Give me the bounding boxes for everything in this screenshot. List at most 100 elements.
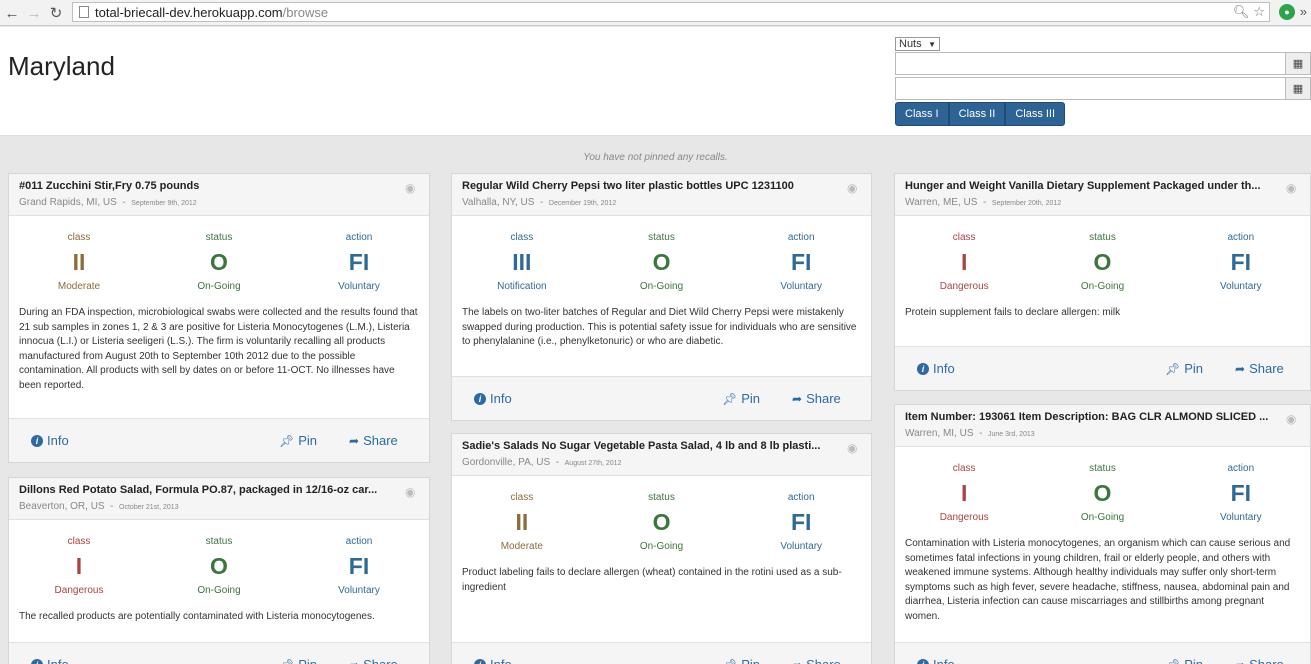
action-label: action	[787, 232, 815, 243]
card-date: December 19th, 2012	[548, 200, 617, 207]
pin-status-icon[interactable]: ◉	[847, 181, 861, 195]
share-button[interactable]: ➦ Share	[349, 433, 398, 448]
card-title[interactable]: #011 Zucchini Stir,Fry 0.75 pounds	[19, 180, 401, 192]
card-date: August 27th, 2012	[564, 460, 622, 467]
pin-label: Pin	[741, 391, 761, 406]
share-label: Share	[806, 657, 841, 664]
card-date: October 21st, 2013	[119, 504, 179, 511]
class-label: class	[510, 232, 534, 243]
pushpin-icon: 📌︎	[722, 658, 737, 664]
pin-button[interactable]: 📌︎ Pin	[722, 657, 760, 664]
action-value: FI	[348, 553, 370, 579]
status-desc: On-Going	[639, 281, 684, 292]
extension-icon[interactable]: ●	[1279, 4, 1295, 20]
card-stats: class III Notification status O On-Going…	[452, 216, 871, 292]
status-label: status	[1089, 232, 1116, 243]
status-value: O	[210, 249, 228, 275]
status-desc: On-Going	[197, 281, 241, 292]
share-button[interactable]: ➦ Share	[1235, 657, 1284, 664]
reload-icon[interactable]: ↻	[46, 3, 66, 23]
start-date-input[interactable]	[895, 52, 1286, 75]
pin-label: Pin	[1184, 657, 1203, 664]
share-button[interactable]: ➦ Share	[792, 657, 841, 664]
class-ii-button[interactable]: Class II	[948, 102, 1006, 126]
share-button[interactable]: ➦ Share	[1235, 361, 1284, 376]
pushpin-icon: 📌︎	[279, 433, 295, 448]
pin-status-icon[interactable]: ◉	[847, 441, 861, 455]
status-value: O	[652, 249, 671, 275]
info-icon: i	[917, 362, 929, 375]
class-filter-group: Class I Class II Class III	[895, 102, 1311, 126]
pin-label: Pin	[298, 657, 317, 664]
card-stats: class I Dangerous status O On-Going acti…	[895, 447, 1310, 523]
pin-button[interactable]: 📌︎ Pin	[1165, 657, 1203, 664]
star-icon[interactable]: ☆	[1253, 4, 1265, 20]
share-label: Share	[806, 391, 841, 406]
card-location: Valhalla, NY, US	[462, 197, 535, 208]
card-subtitle: Warren, MI, US - June 3rd, 2013	[905, 428, 1300, 439]
calendar-icon[interactable]: ▦	[1286, 52, 1311, 75]
pin-status-icon[interactable]: ◉	[405, 485, 419, 499]
share-arrow-icon: ➦	[1235, 361, 1246, 376]
card-title[interactable]: Hunger and Weight Vanilla Dietary Supple…	[905, 180, 1287, 192]
pin-button[interactable]: 📌︎ Pin	[279, 657, 317, 664]
share-arrow-icon: ➦	[349, 658, 359, 664]
class-value: II	[515, 509, 529, 535]
pushpin-icon: 📌︎	[1165, 361, 1181, 376]
action-desc: Voluntary	[780, 281, 823, 292]
action-value: FI	[790, 249, 812, 275]
status-desc: On-Going	[1080, 512, 1125, 523]
card-title[interactable]: Regular Wild Cherry Pepsi two liter plas…	[462, 180, 844, 192]
separator: -	[980, 197, 990, 208]
pin-status-icon[interactable]: ◉	[1286, 181, 1300, 195]
calendar-icon[interactable]: ▦	[1286, 77, 1311, 100]
zoom-icon[interactable]: 🔍︎	[1233, 4, 1250, 20]
more-extensions-icon[interactable]: »	[1300, 4, 1307, 19]
address-bar[interactable]: total-briecall-dev.herokuapp.com/browse …	[72, 2, 1270, 22]
page-header: Maryland Nuts ▼ ▦ ▦ Class I Class II Cla…	[0, 27, 1311, 136]
class-iii-button[interactable]: Class III	[1005, 102, 1066, 126]
class-value: I	[75, 553, 83, 579]
pin-button[interactable]: 📌︎ Pin	[279, 433, 317, 448]
card-title[interactable]: Sadie's Salads No Sugar Vegetable Pasta …	[462, 440, 844, 452]
share-arrow-icon: ➦	[792, 391, 803, 406]
status-stat: status O On-Going	[592, 232, 732, 292]
pin-status-icon[interactable]: ◉	[405, 181, 419, 195]
pin-button[interactable]: 📌︎ Pin	[1165, 361, 1203, 376]
category-select[interactable]: Nuts ▼	[895, 37, 940, 51]
info-button[interactable]: i Info	[474, 391, 512, 406]
card-subtitle: Valhalla, NY, US - December 19th, 2012	[462, 197, 861, 208]
forward-arrow-icon[interactable]: →	[24, 3, 44, 23]
card-title[interactable]: Item Number: 193061 Item Description: BA…	[905, 411, 1287, 423]
separator: -	[119, 197, 129, 208]
pin-status-icon[interactable]: ◉	[1286, 412, 1300, 426]
class-i-button[interactable]: Class I	[895, 102, 949, 126]
share-button[interactable]: ➦ Share	[349, 657, 398, 664]
info-button[interactable]: i Info	[917, 361, 955, 376]
card-location: Warren, MI, US	[905, 428, 974, 439]
separator: -	[976, 428, 986, 439]
card-title[interactable]: Dillons Red Potato Salad, Formula PO.87,…	[19, 484, 401, 496]
card-footer: i Info 📌︎ Pin ➦ Share	[9, 642, 429, 664]
action-desc: Voluntary	[1219, 512, 1262, 523]
share-button[interactable]: ➦ Share	[792, 391, 841, 406]
info-icon: i	[474, 392, 486, 405]
share-label: Share	[1249, 361, 1284, 376]
class-stat: class I Dangerous	[895, 463, 1033, 523]
share-label: Share	[363, 433, 398, 448]
back-arrow-icon[interactable]: ←	[2, 3, 22, 23]
card-footer: i Info 📌︎ Pin ➦ Share	[452, 376, 871, 420]
pin-button[interactable]: 📌︎ Pin	[722, 391, 760, 406]
class-desc: Moderate	[500, 541, 543, 552]
card-header: Dillons Red Potato Salad, Formula PO.87,…	[9, 478, 429, 520]
card-description: Protein supplement fails to declare alle…	[905, 307, 1121, 318]
info-button[interactable]: i Info	[917, 657, 955, 664]
info-button[interactable]: i Info	[474, 657, 512, 664]
info-button[interactable]: i Info	[31, 657, 69, 664]
category-value: Nuts	[899, 38, 922, 50]
status-desc: On-Going	[1080, 281, 1125, 292]
end-date-input[interactable]	[895, 77, 1286, 100]
info-label: Info	[490, 657, 512, 664]
action-label: action	[345, 536, 373, 547]
info-button[interactable]: i Info	[31, 433, 69, 448]
